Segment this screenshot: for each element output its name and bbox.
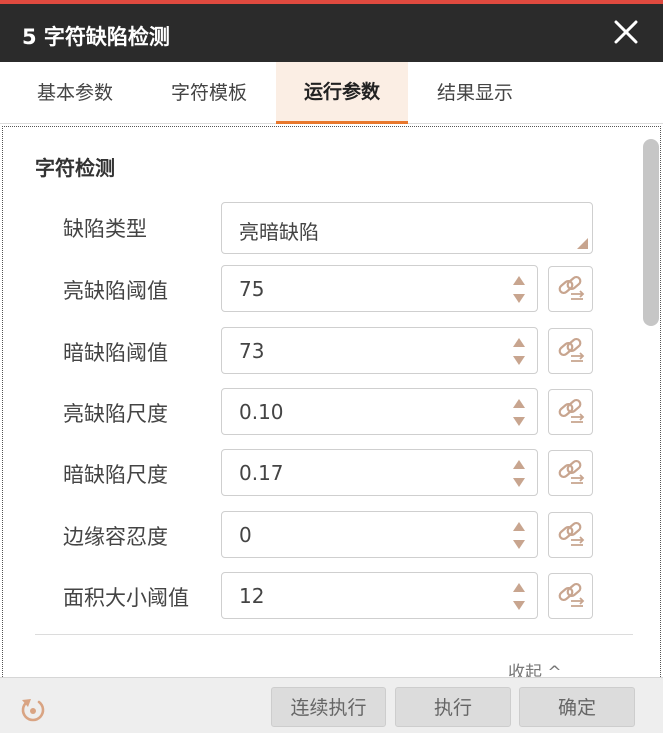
dropdown-corner-icon <box>577 238 588 249</box>
spinner-icon[interactable] <box>513 583 527 610</box>
link-icon <box>558 398 585 423</box>
link-icon <box>558 459 585 484</box>
tab-run-params[interactable]: 运行参数 <box>276 62 408 124</box>
defect-type-select[interactable]: 亮暗缺陷 <box>221 202 593 254</box>
bright-defect-scale-label: 亮缺陷尺度 <box>63 402 168 426</box>
dark-defect-threshold-value: 73 <box>239 339 265 363</box>
bright-defect-threshold-value: 75 <box>239 277 265 301</box>
tab-basic-params[interactable]: 基本参数 <box>14 62 136 124</box>
area-size-threshold-input[interactable]: 12 <box>221 572 538 619</box>
dark-defect-scale-value: 0.17 <box>239 461 284 485</box>
tab-result-display[interactable]: 结果显示 <box>414 62 536 124</box>
bright-defect-threshold-input[interactable]: 75 <box>221 265 538 312</box>
edge-tolerance-input[interactable]: 0 <box>221 511 538 558</box>
section-divider <box>35 634 633 635</box>
vertical-scrollbar[interactable] <box>643 139 659 669</box>
spinner-icon[interactable] <box>513 522 527 549</box>
defect-type-label: 缺陷类型 <box>63 217 147 241</box>
link-param-button[interactable] <box>548 573 593 619</box>
link-icon <box>558 582 585 607</box>
dark-defect-scale-label: 暗缺陷尺度 <box>63 463 168 487</box>
tab-char-template[interactable]: 字符模板 <box>148 62 270 124</box>
collapse-link[interactable]: 收起 ^ <box>508 658 562 677</box>
spinner-icon[interactable] <box>513 460 527 487</box>
edge-tolerance-label: 边缘容忍度 <box>63 525 168 549</box>
tab-bar: 基本参数 字符模板 运行参数 结果显示 <box>0 62 663 124</box>
continuous-run-button[interactable]: 连续执行 <box>271 687 386 727</box>
area-size-threshold-label: 面积大小阈值 <box>63 586 189 610</box>
dialog-title: 5 字符缺陷检测 <box>22 25 170 49</box>
link-param-button[interactable] <box>548 389 593 435</box>
params-panel: 字符检测 缺陷类型 亮暗缺陷 亮缺陷阈值 75 暗缺陷阈值 73 亮缺陷尺度 0… <box>2 126 661 677</box>
link-param-button[interactable] <box>548 450 593 496</box>
link-param-button[interactable] <box>548 266 593 312</box>
confirm-button[interactable]: 确定 <box>519 687 635 727</box>
link-param-button[interactable] <box>548 512 593 558</box>
dark-defect-threshold-input[interactable]: 73 <box>221 327 538 374</box>
title-bar: 5 字符缺陷检测 <box>0 0 663 62</box>
link-icon <box>558 275 585 300</box>
spinner-icon[interactable] <box>513 276 527 303</box>
close-icon[interactable] <box>613 19 639 45</box>
dark-defect-scale-input[interactable]: 0.17 <box>221 449 538 496</box>
run-button[interactable]: 执行 <box>395 687 511 727</box>
bright-defect-scale-value: 0.10 <box>239 400 284 424</box>
dialog-window: 5 字符缺陷检测 基本参数 字符模板 运行参数 结果显示 字符检测 缺陷类型 亮… <box>0 0 663 733</box>
spinner-icon[interactable] <box>513 338 527 365</box>
link-icon <box>558 337 585 362</box>
link-param-button[interactable] <box>548 328 593 374</box>
defect-type-value: 亮暗缺陷 <box>239 220 319 244</box>
link-icon <box>558 521 585 546</box>
section-title: 字符检测 <box>35 156 115 180</box>
bright-defect-threshold-label: 亮缺陷阈值 <box>63 279 168 303</box>
edge-tolerance-value: 0 <box>239 523 252 547</box>
spinner-icon[interactable] <box>513 399 527 426</box>
area-size-threshold-value: 12 <box>239 584 265 608</box>
dark-defect-threshold-label: 暗缺陷阈值 <box>63 341 168 365</box>
scrollbar-thumb[interactable] <box>643 139 659 326</box>
footer-bar: 连续执行 执行 确定 <box>0 677 663 733</box>
reset-icon[interactable] <box>18 694 48 724</box>
bright-defect-scale-input[interactable]: 0.10 <box>221 388 538 435</box>
